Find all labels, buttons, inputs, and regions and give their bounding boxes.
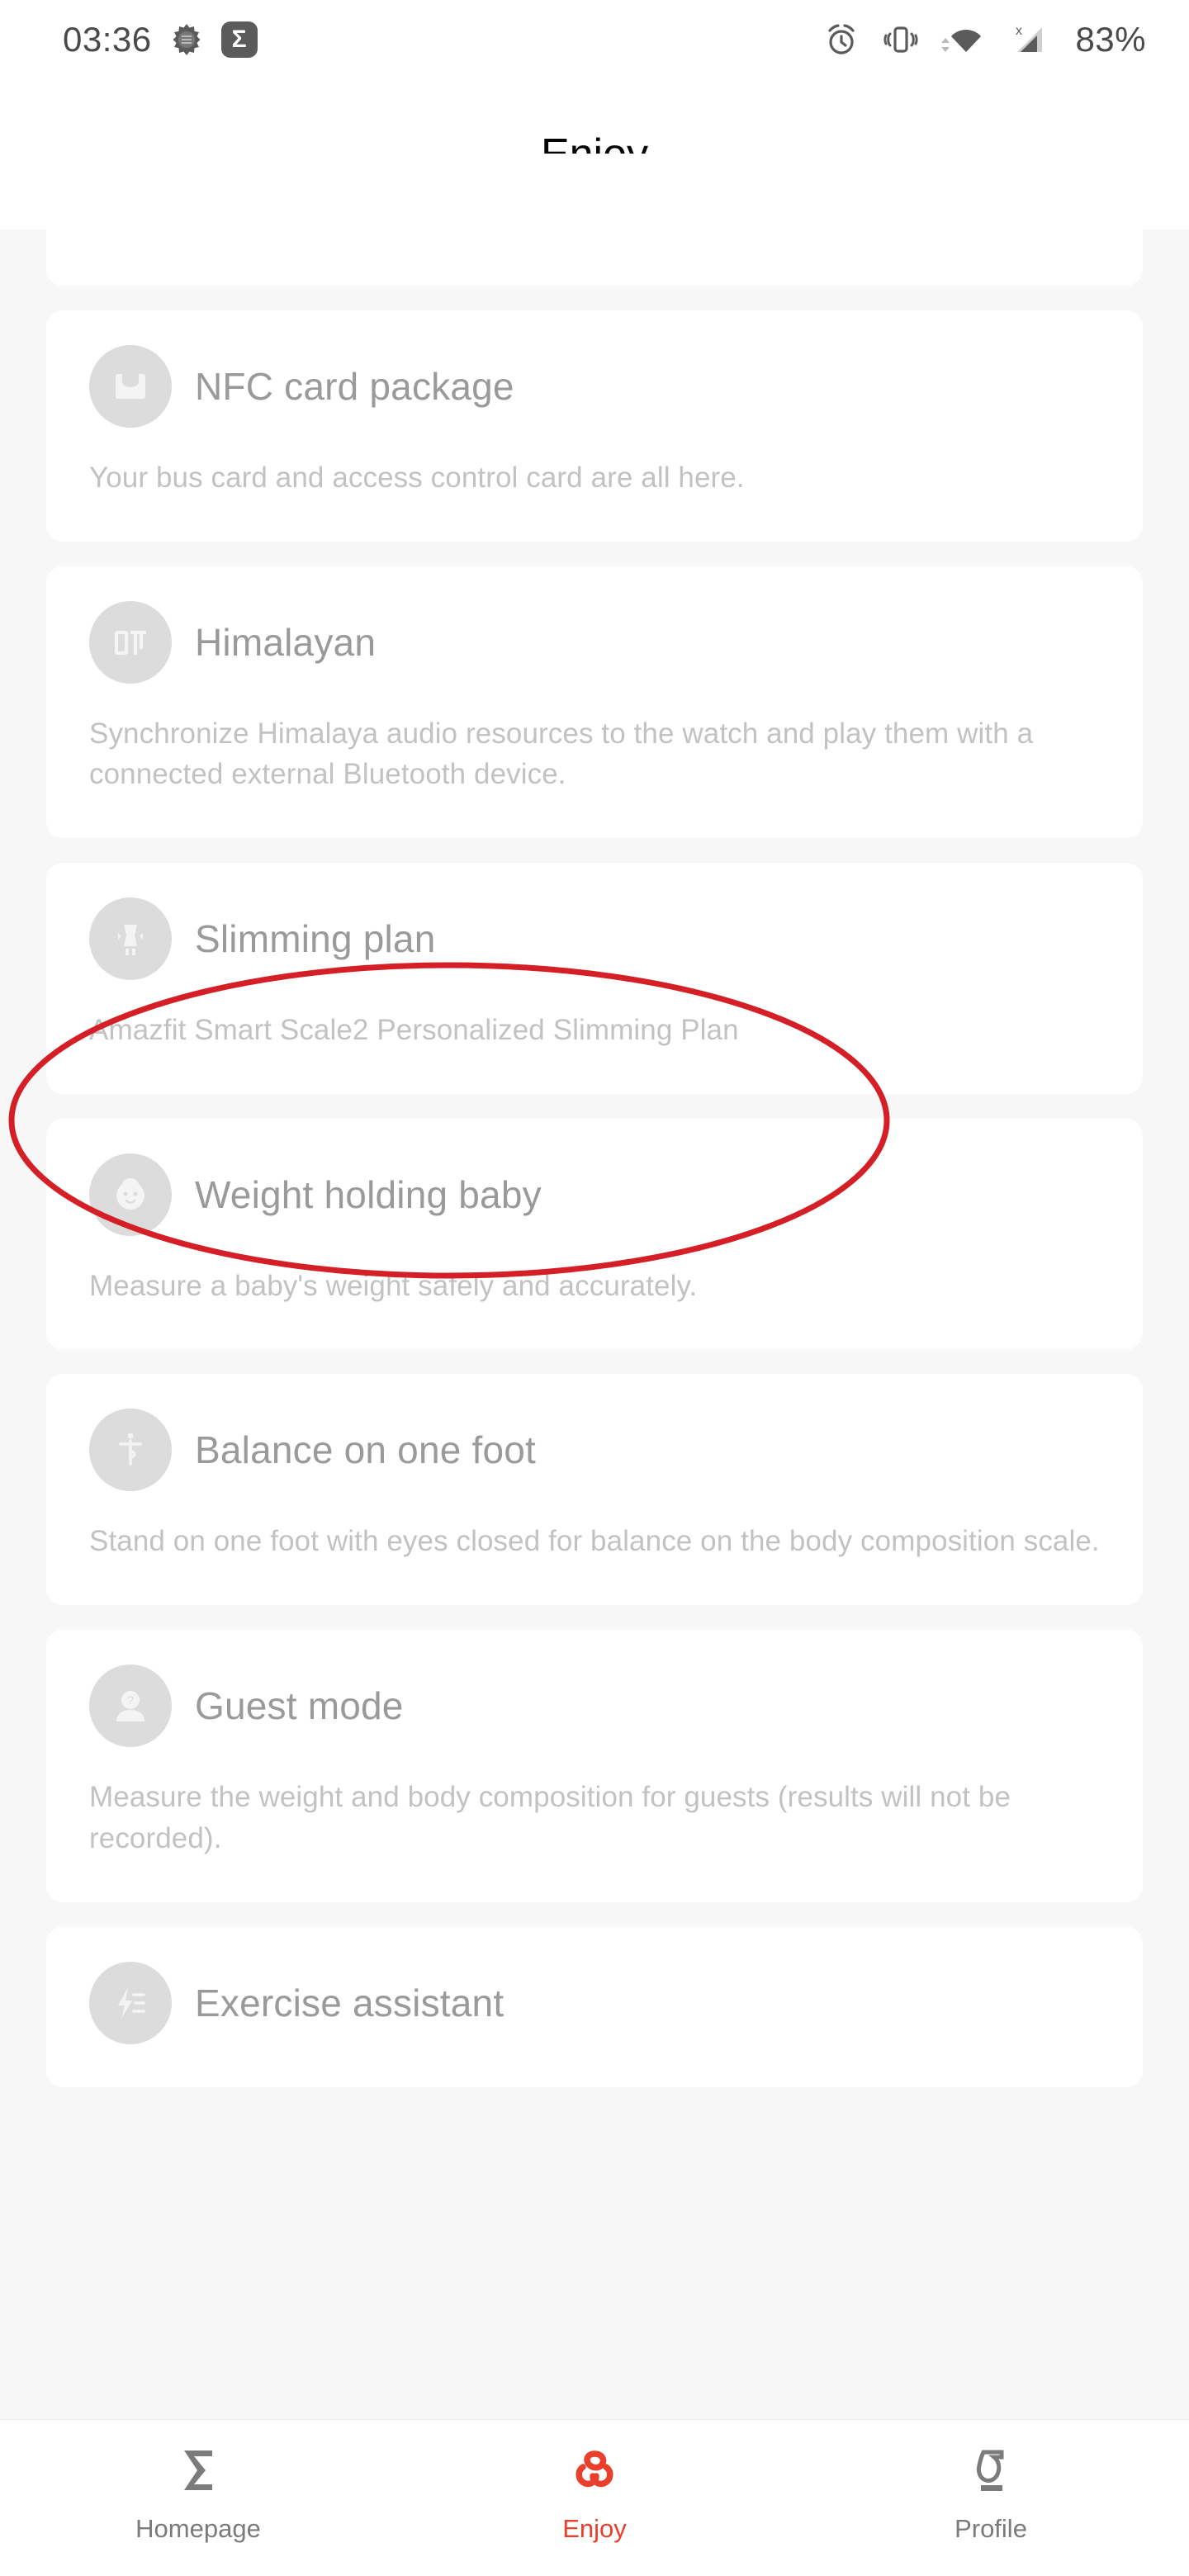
card-partial-above[interactable]	[46, 154, 1143, 286]
card-title: Weight holding baby	[195, 1172, 542, 1216]
himalaya-logo-icon	[89, 600, 172, 684]
baby-face-icon	[89, 1153, 172, 1236]
card-title: Exercise assistant	[195, 1981, 504, 2024]
lightning-list-icon	[89, 1961, 172, 2044]
card-list[interactable]: NFC card package Your bus card and acces…	[0, 154, 1189, 2419]
card-himalayan[interactable]: Himalayan Synchronize Himalaya audio res…	[46, 566, 1143, 839]
card-title: Balance on one foot	[195, 1428, 537, 1472]
signal-no-sim-icon: x	[1006, 21, 1049, 59]
card-header: ? Guest mode	[89, 1664, 1100, 1748]
status-bar-left: 03:36 Σ	[63, 20, 258, 59]
card-header: Balance on one foot	[89, 1409, 1100, 1492]
card-description: Amazfit Smart Scale2 Personalized Slimmi…	[89, 1014, 739, 1047]
wifi-icon	[941, 21, 984, 59]
card-header: Weight holding baby	[89, 1153, 1100, 1236]
card-title: Guest mode	[195, 1684, 404, 1728]
phone-screen: 03:36 Σ x 83% NFC card package Your bus …	[0, 0, 1189, 2576]
card-description: Stand on one foot with eyes closed for b…	[89, 1525, 1100, 1558]
card-guest-mode[interactable]: ? Guest mode Measure the weight and body…	[46, 1630, 1143, 1902]
zepp-app-badge-icon: Σ	[220, 21, 258, 58]
card-description: Your bus card and access control card ar…	[89, 462, 745, 494]
bottom-navigation-bar: Homepage Enjoy Profile	[0, 2419, 1189, 2576]
sigma-icon	[174, 2440, 222, 2501]
svg-text:?: ?	[127, 1693, 134, 1707]
svg-text:x: x	[1016, 24, 1022, 38]
card-title: Himalayan	[195, 620, 377, 664]
slimming-body-icon	[89, 897, 172, 981]
zepp-knot-icon	[569, 2440, 620, 2501]
card-title: Slimming plan	[195, 917, 436, 961]
card-nfc-card-package[interactable]: NFC card package Your bus card and acces…	[46, 310, 1143, 542]
card-description: Synchronize Himalaya audio resources to …	[89, 717, 1034, 791]
alarm-icon	[822, 21, 860, 59]
card-header: Himalayan	[89, 600, 1100, 684]
nfc-wallet-icon	[89, 345, 172, 428]
card-exercise-assistant[interactable]: Exercise assistant	[46, 1926, 1143, 2087]
nav-label: Profile	[955, 2514, 1027, 2543]
quran-icon	[170, 23, 203, 56]
card-slimming-plan[interactable]: Slimming plan Amazfit Smart Scale2 Perso…	[46, 863, 1143, 1094]
card-balance-on-one-foot[interactable]: Balance on one foot Stand on one foot wi…	[46, 1374, 1143, 1606]
card-header: NFC card package	[89, 345, 1100, 428]
card-description: Measure a baby's weight safely and accur…	[89, 1269, 698, 1302]
card-weight-holding-baby[interactable]: Weight holding baby Measure a baby's wei…	[46, 1118, 1143, 1350]
standing-person-icon	[89, 1409, 172, 1492]
nav-label: Enjoy	[562, 2514, 627, 2543]
battery-percentage: 83%	[1075, 20, 1146, 59]
vibrate-icon	[882, 21, 920, 59]
guest-avatar-icon: ?	[89, 1664, 172, 1748]
nav-item-enjoy[interactable]: Enjoy	[396, 2420, 793, 2544]
card-title: NFC card package	[195, 365, 514, 408]
profile-sigma-icon	[967, 2440, 1015, 2501]
status-bar: 03:36 Σ x 83%	[0, 0, 1189, 79]
card-header: Slimming plan	[89, 897, 1100, 981]
status-bar-right: x 83%	[822, 20, 1146, 59]
card-description: Measure the weight and body composition …	[89, 1781, 1011, 1854]
nav-item-profile[interactable]: Profile	[793, 2420, 1189, 2544]
nav-label: Homepage	[135, 2514, 261, 2543]
card-header: Exercise assistant	[89, 1961, 1100, 2044]
status-time: 03:36	[63, 20, 152, 59]
nav-item-homepage[interactable]: Homepage	[0, 2420, 396, 2544]
